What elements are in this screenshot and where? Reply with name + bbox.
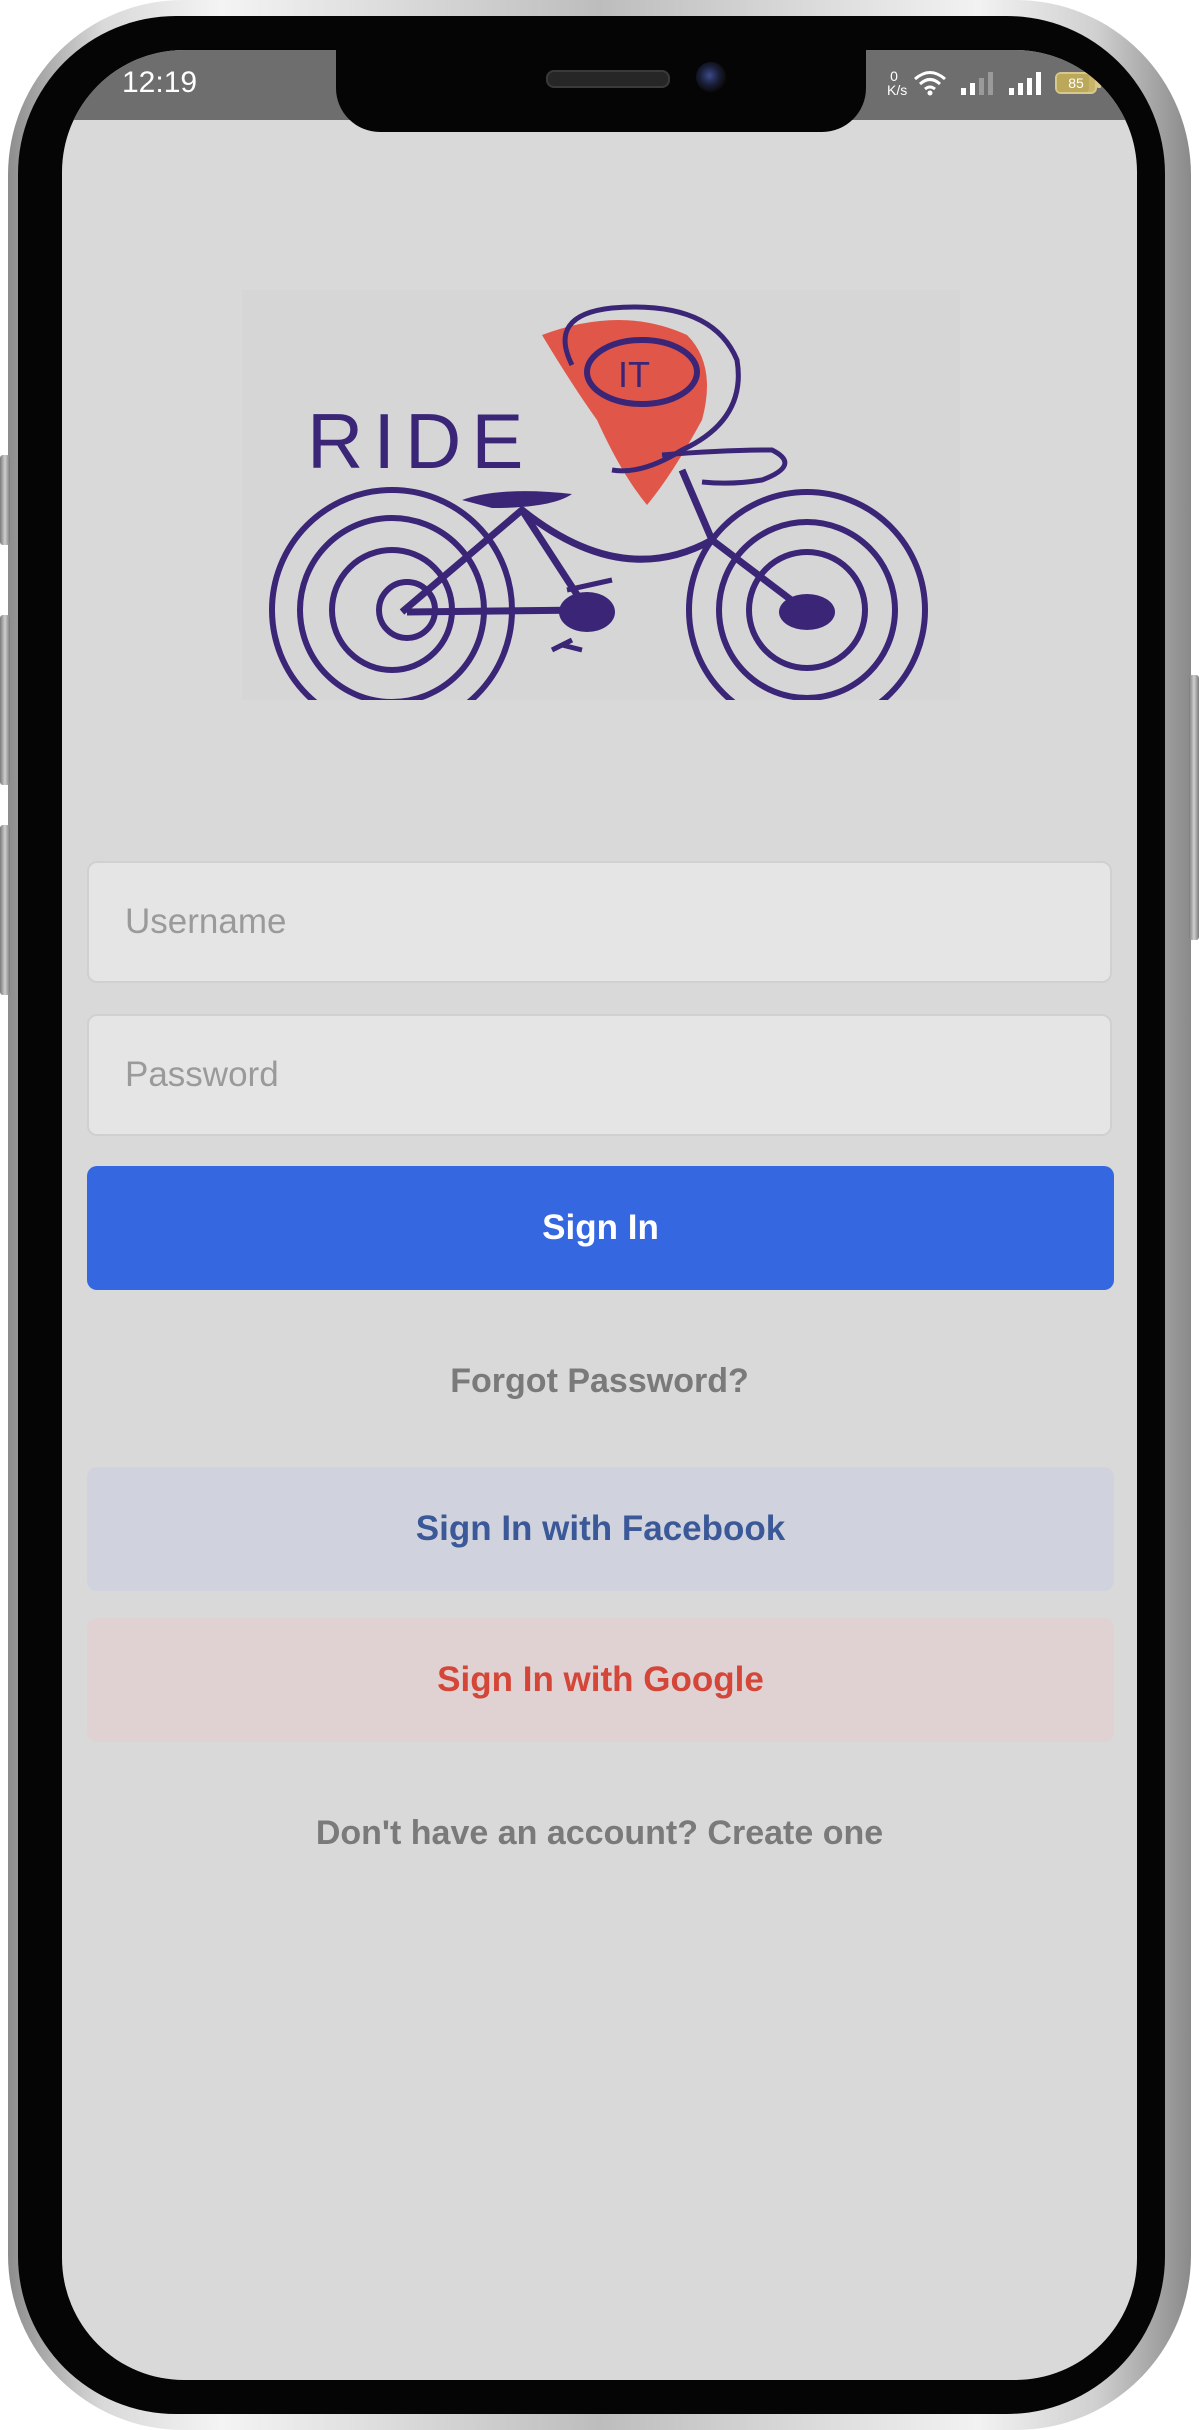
phone-side-button xyxy=(0,455,10,545)
app-screen: 12:19 0 K/s 85 IT RIDE Username Sign In … xyxy=(62,50,1137,2380)
phone-side-button xyxy=(1189,675,1199,940)
front-camera xyxy=(696,62,726,92)
password-input[interactable] xyxy=(89,1016,1110,1134)
forgot-password-link[interactable]: Forgot Password? xyxy=(62,1362,1137,1401)
network-speed: 0 K/s xyxy=(887,68,908,98)
app-logo: IT RIDE xyxy=(242,290,960,733)
sign-in-button[interactable]: Sign In xyxy=(87,1166,1114,1290)
phone-side-button xyxy=(0,825,10,995)
battery-icon: 85 xyxy=(1055,72,1101,94)
facebook-sign-in-button[interactable]: Sign In with Facebook xyxy=(87,1467,1114,1591)
battery-percent: 85 xyxy=(1068,75,1084,91)
google-sign-in-button[interactable]: Sign In with Google xyxy=(87,1618,1114,1742)
ride-it-logo: IT RIDE xyxy=(269,304,928,733)
notch xyxy=(336,50,866,132)
phone-side-button xyxy=(0,615,10,785)
create-account-link[interactable]: Don't have an account? Create one xyxy=(62,1814,1137,1853)
logo-ride-text: RIDE xyxy=(307,397,533,485)
username-field[interactable] xyxy=(87,861,1112,983)
cell-signal-icon xyxy=(961,72,993,95)
status-time: 12:19 xyxy=(122,66,198,99)
password-field[interactable] xyxy=(87,1014,1112,1136)
status-icons: 0 K/s 85 xyxy=(887,66,1101,100)
username-input[interactable] xyxy=(89,863,1110,981)
wifi-icon xyxy=(914,71,946,96)
speaker-grille xyxy=(546,70,670,88)
logo-it-text: IT xyxy=(618,354,650,395)
battery-cap xyxy=(1097,80,1101,88)
cell-signal-icon xyxy=(1009,72,1041,95)
